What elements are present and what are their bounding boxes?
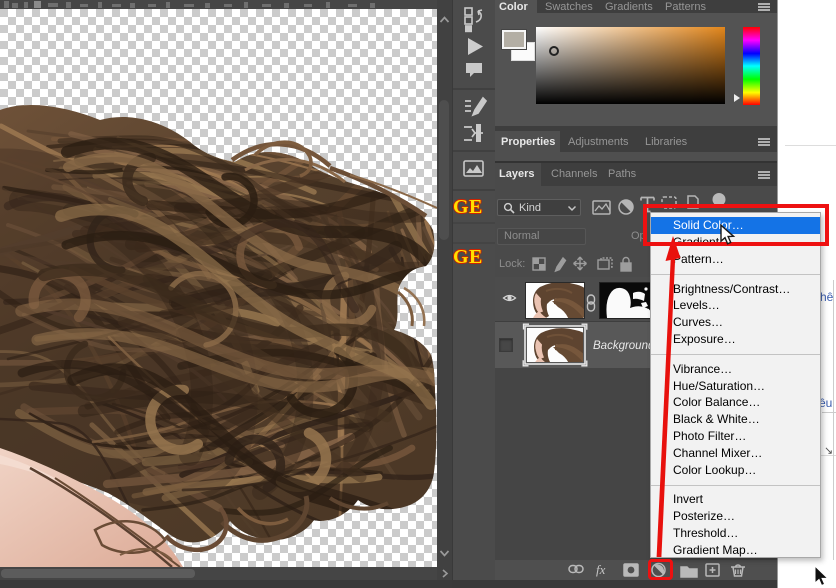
- svg-text:fx: fx: [596, 562, 606, 577]
